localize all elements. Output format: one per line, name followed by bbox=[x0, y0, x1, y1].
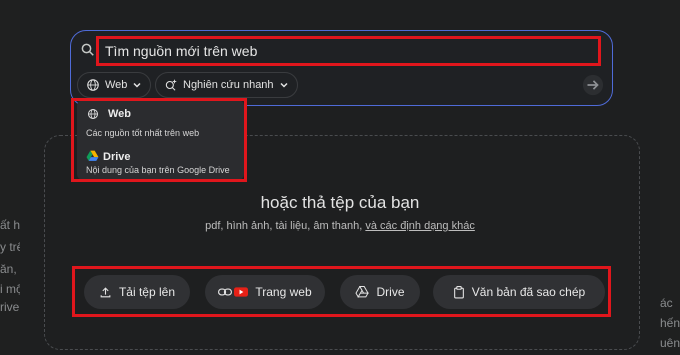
query-highlight-box bbox=[96, 36, 601, 66]
source-chip-label: Web bbox=[105, 79, 128, 91]
chevron-down-icon bbox=[133, 82, 141, 88]
dropdown-highlight-box bbox=[71, 98, 247, 182]
drop-zone-subtitle: pdf, hình ảnh, tài liệu, âm thanh, và cá… bbox=[0, 220, 680, 232]
bg-text-right-1: ác bbox=[660, 296, 673, 310]
source-selector-web[interactable]: Web bbox=[77, 72, 152, 98]
action-buttons-highlight-box bbox=[72, 266, 611, 317]
quick-research-icon bbox=[165, 79, 177, 91]
globe-icon bbox=[87, 79, 99, 91]
search-icon bbox=[81, 43, 94, 56]
chevron-down-icon bbox=[280, 82, 288, 88]
research-mode-selector[interactable]: Nghiên cứu nhanh bbox=[155, 72, 298, 98]
mode-chip-label: Nghiên cứu nhanh bbox=[183, 79, 274, 91]
supported-formats-text: pdf, hình ảnh, tài liệu, âm thanh, bbox=[205, 220, 366, 232]
bg-text-right-3: uên bbox=[660, 336, 680, 350]
drop-zone-title: hoặc thả tệp của bạn bbox=[260, 193, 420, 212]
submit-arrow-icon[interactable] bbox=[582, 74, 604, 96]
more-formats-link[interactable]: và các định dạng khác bbox=[365, 220, 474, 232]
bg-text-right-2: hến bbox=[660, 316, 680, 330]
